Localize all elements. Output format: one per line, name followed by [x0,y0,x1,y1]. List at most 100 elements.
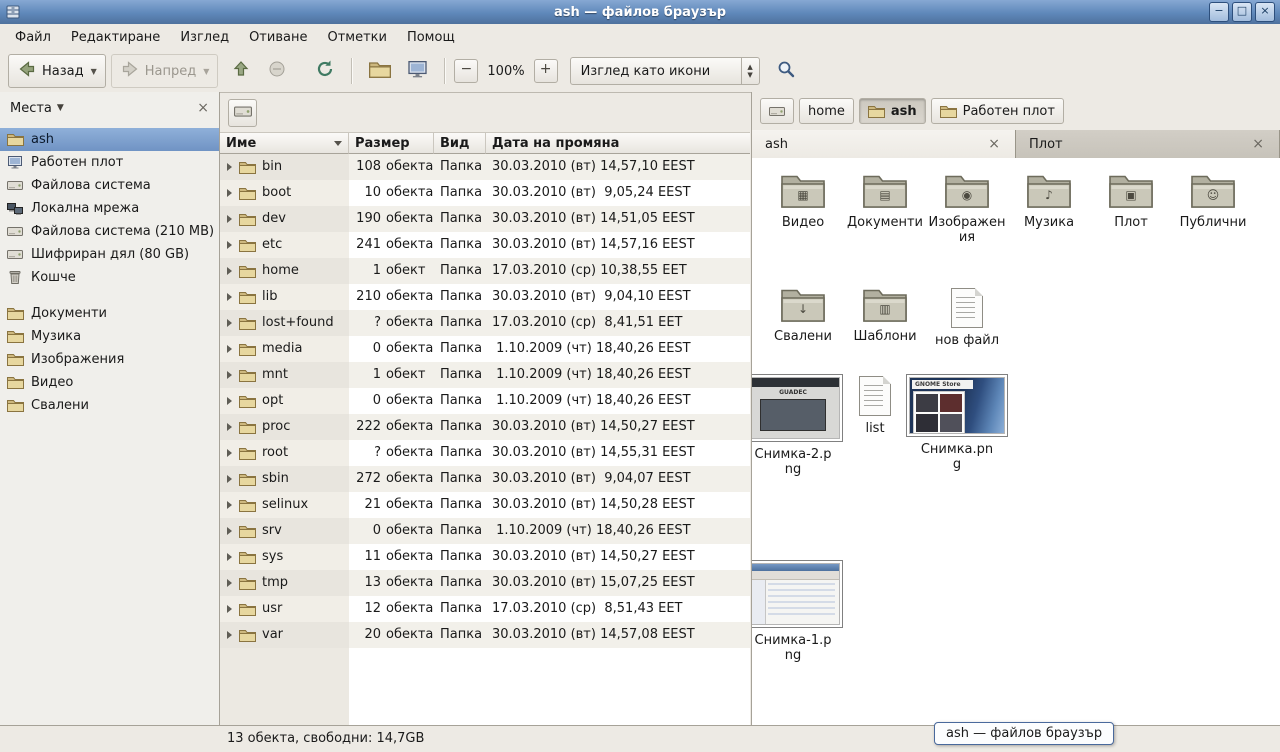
menu-edit[interactable]: Редактиране [61,26,170,49]
home-button[interactable] [365,57,395,86]
computer-button[interactable] [403,57,432,86]
table-row[interactable]: boot10обектаПапка30.03.2010 (вт) 9,05,24… [220,180,750,206]
up-button[interactable] [227,55,255,87]
sidebar-item[interactable]: Кошче [0,266,219,289]
sidebar-item[interactable]: Файлова система (210 MB) [0,220,219,243]
expander-icon[interactable] [227,267,232,275]
sidebar-item[interactable]: Локална мрежа [0,197,219,220]
zoom-out-button[interactable]: − [454,59,478,83]
titlebar[interactable]: ash — файлов браузър − □ × [0,0,1280,24]
maximize-button[interactable]: □ [1232,2,1252,22]
expander-icon[interactable] [227,293,232,301]
combo-spinner-icon[interactable]: ▲▼ [741,58,759,84]
sidebar-close-icon[interactable]: × [197,101,209,115]
column-header-size[interactable]: Размер [349,132,434,154]
forward-button[interactable]: Напред ▼ [111,54,219,88]
icon-item[interactable]: ▣Плот [1090,172,1172,230]
expander-icon[interactable] [227,631,232,639]
tab[interactable]: ash× [752,130,1016,158]
table-row[interactable]: root?обектаПапка30.03.2010 (вт) 14,55,31… [220,440,750,466]
icon-item[interactable]: ↓Свалени [762,286,844,344]
back-button[interactable]: Назад ▼ [8,54,106,88]
icon-item[interactable]: ◉Изображения [926,172,1008,246]
table-row[interactable]: lost+found?обектаПапка17.03.2010 (ср) 8,… [220,310,750,336]
sidebar-item[interactable]: Работен плот [0,151,219,174]
icon-item[interactable]: ♪Музика [1008,172,1090,230]
expander-icon[interactable] [227,579,232,587]
expander-icon[interactable] [227,501,232,509]
tab-close-icon[interactable]: × [986,137,1002,151]
table-row[interactable]: proc222обектаПапка30.03.2010 (вт) 14,50,… [220,414,750,440]
stop-button[interactable] [263,55,291,87]
table-row[interactable]: dev190обектаПапка30.03.2010 (вт) 14,51,0… [220,206,750,232]
menu-bookmarks[interactable]: Отметки [317,26,396,49]
minimize-button[interactable]: − [1209,2,1229,22]
expander-icon[interactable] [227,241,232,249]
table-row[interactable]: sbin272обектаПапка30.03.2010 (вт) 9,04,0… [220,466,750,492]
sidebar-item[interactable]: Видео [0,371,219,394]
path-button-home[interactable]: home [799,98,854,124]
expander-icon[interactable] [227,423,232,431]
menu-file[interactable]: Файл [5,26,61,49]
sidebar-chevron-down-icon[interactable]: ▼ [57,103,64,113]
menu-go[interactable]: Отиване [239,26,317,49]
column-header-name[interactable]: Име [220,132,349,154]
icon-item[interactable]: GUADECСнимка-2.png [752,374,834,478]
expander-icon[interactable] [227,163,232,171]
close-button[interactable]: × [1255,2,1275,22]
expander-icon[interactable] [227,449,232,457]
menu-help[interactable]: Помощ [397,26,465,49]
root-location-button[interactable] [228,99,257,127]
table-row[interactable]: selinux21обектаПапка30.03.2010 (вт) 14,5… [220,492,750,518]
sidebar-item[interactable]: Изображения [0,348,219,371]
expander-icon[interactable] [227,553,232,561]
expander-icon[interactable] [227,189,232,197]
icon-item[interactable]: Снимка-1.png [752,560,834,664]
expander-icon[interactable] [227,605,232,613]
sidebar-item[interactable]: Шифриран дял (80 GB) [0,243,219,266]
table-row[interactable]: etc241обектаПапка30.03.2010 (вт) 14,57,1… [220,232,750,258]
icon-item[interactable]: GNOME StoreСнимка.png [916,374,998,473]
sidebar-item[interactable]: ash [0,128,219,151]
table-row[interactable]: sys11обектаПапка30.03.2010 (вт) 14,50,27… [220,544,750,570]
expander-icon[interactable] [227,527,232,535]
expander-icon[interactable] [227,345,232,353]
table-row[interactable]: usr12обектаПапка17.03.2010 (ср) 8,51,43 … [220,596,750,622]
table-row[interactable]: srv0обектаПапка 1.10.2009 (чт) 18,40,26 … [220,518,750,544]
expander-icon[interactable] [227,319,232,327]
path-button-root[interactable] [760,98,794,124]
expander-icon[interactable] [227,475,232,483]
sidebar-item[interactable]: Музика [0,325,219,348]
expander-icon[interactable] [227,215,232,223]
table-row[interactable]: media0обектаПапка 1.10.2009 (чт) 18,40,2… [220,336,750,362]
view-mode-combobox[interactable]: Изглед като икони ▲▼ [570,57,760,85]
icon-item[interactable]: ☺Публични [1172,172,1254,230]
table-row[interactable]: tmp13обектаПапка30.03.2010 (вт) 15,07,25… [220,570,750,596]
table-row[interactable]: home1обектПапка17.03.2010 (ср) 10,38,55 … [220,258,750,284]
path-button-ash[interactable]: ash [859,98,926,124]
column-header-type[interactable]: Вид [434,132,486,154]
tab[interactable]: Плот× [1016,130,1280,158]
table-row[interactable]: lib210обектаПапка30.03.2010 (вт) 9,04,10… [220,284,750,310]
icon-item[interactable]: list [834,374,916,436]
icon-view[interactable]: ▦Видео▤Документи◉Изображения♪Музика▣Плот… [752,158,1280,726]
table-row[interactable]: bin108обектаПапка30.03.2010 (вт) 14,57,1… [220,154,750,180]
table-row[interactable]: mnt1обектПапка 1.10.2009 (чт) 18,40,26 E… [220,362,750,388]
menu-view[interactable]: Изглед [170,26,239,49]
column-header-date[interactable]: Дата на промяна [486,132,750,154]
sidebar-item[interactable]: Свалени [0,394,219,417]
sidebar-item[interactable]: Файлова система [0,174,219,197]
icon-item[interactable]: ▥Шаблони [844,286,926,344]
icon-item[interactable]: нов файл [926,286,1008,348]
expander-icon[interactable] [227,371,232,379]
expander-icon[interactable] [227,397,232,405]
reload-button[interactable] [311,55,339,87]
icon-item[interactable]: ▤Документи [844,172,926,230]
sidebar-title[interactable]: Места [10,101,52,116]
path-button-Работен плот[interactable]: Работен плот [931,98,1064,124]
table-row[interactable]: opt0обектаПапка 1.10.2009 (чт) 18,40,26 … [220,388,750,414]
zoom-in-button[interactable]: + [534,59,558,83]
icon-item[interactable]: ▦Видео [762,172,844,230]
table-row[interactable]: var20обектаПапка30.03.2010 (вт) 14,57,08… [220,622,750,648]
search-button[interactable] [772,55,800,87]
